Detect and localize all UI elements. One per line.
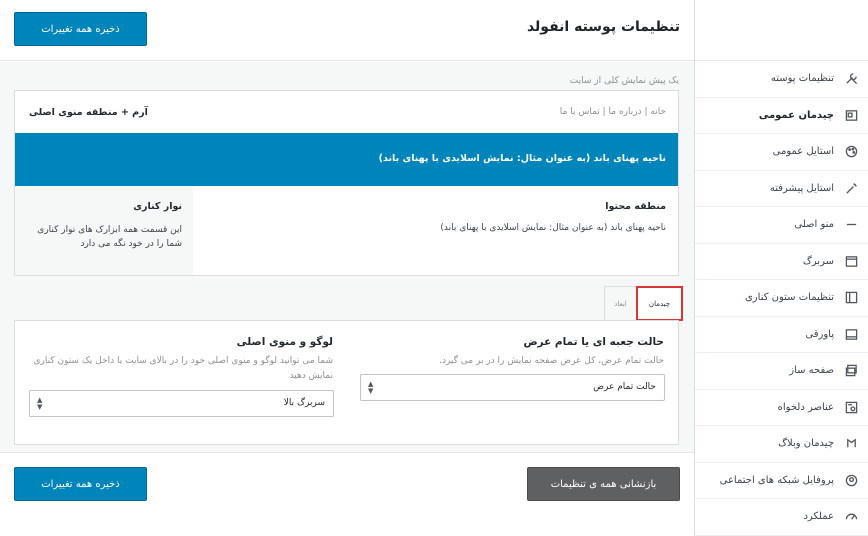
sidebar-item-label: عملکرد	[803, 511, 834, 523]
sidebar-item-label: استایل عمومی	[772, 146, 834, 158]
sidebar-item-label: منو اصلی	[794, 219, 834, 231]
preview-sidebar-area: نوار کناری این قسمت همه ابزارک های نوار …	[15, 186, 194, 275]
preview-content-area: منطقه محتوا ناحیه پهنای باند (به عنوان م…	[193, 186, 678, 275]
sidebar-header	[695, 0, 868, 61]
sidebar-item[interactable]: سربرگ	[695, 244, 868, 280]
page-footer: ذخیره همه تغییرات بازنشانی همه ی تنظیمات	[0, 452, 694, 536]
custom-elements-icon	[844, 400, 858, 414]
logo-menu-select[interactable]: سربرگ بالا ▲ ▼	[29, 390, 334, 417]
main-content: یک پیش نمایش کلی از سایت آرم + منطقه منو…	[0, 62, 694, 452]
sidebar-item[interactable]: چیدمان وبلاگ	[695, 426, 868, 463]
select-arrows-icon: ▲ ▼	[368, 380, 374, 395]
layout-icon	[844, 108, 858, 122]
width-mode-select[interactable]: حالت تمام عرض ▲ ▼	[360, 374, 665, 401]
reset-all-button[interactable]: بازنشانی همه ی تنظیمات	[527, 467, 680, 501]
preview-caption: یک پیش نمایش کلی از سایت	[569, 76, 679, 86]
sidebar-item-label: چیدمان وبلاگ	[778, 438, 834, 450]
sidebar-item[interactable]: تنظیمات پوسته	[695, 61, 868, 98]
magic-wand-icon	[844, 181, 858, 195]
width-mode-desc: حالت تمام عرض، کل عرض صفحه نمایش را در ب…	[439, 356, 664, 366]
blog-layout-icon	[844, 437, 858, 451]
logo-menu-area-label: آرم + منطقه منوی اصلی	[29, 107, 148, 118]
fullwidth-band-area: ناحیه پهنای باند (به عنوان مثال: نمایش ا…	[15, 133, 678, 186]
preview-sidebar-title: نوار کناری	[133, 201, 182, 212]
save-all-button-bottom[interactable]: ذخیره همه تغییرات	[14, 467, 147, 501]
social-icon	[844, 473, 858, 487]
sidebar-icon	[844, 291, 858, 305]
logo-menu-value: سربرگ بالا	[283, 398, 325, 408]
select-arrows-icon: ▲ ▼	[37, 396, 43, 411]
logo-menu-title: لوگو و منوی اصلی	[236, 336, 333, 348]
page-builder-icon	[844, 364, 858, 378]
sidebar-item[interactable]: عناصر دلخواه	[695, 390, 868, 426]
sidebar-item-label: تنظیمات پوسته	[770, 73, 834, 85]
palette-icon	[844, 145, 858, 159]
sidebar-item[interactable]: منو اصلی	[695, 207, 868, 244]
save-all-button-top[interactable]: ذخیره همه تغییرات	[14, 12, 147, 46]
page-title: تنظیمات پوسته انفولد	[526, 19, 680, 35]
tab-dimensions[interactable]: ابعاد	[604, 286, 636, 321]
performance-icon	[844, 510, 858, 524]
menu-icon	[844, 218, 858, 232]
footer-icon	[844, 327, 858, 341]
tools-icon	[844, 72, 858, 86]
content-area-text: ناحیه پهنای باند (به عنوان مثال: نمایش ا…	[440, 223, 666, 233]
sidebar-item-label: پروفایل شبکه های اجتماعی	[719, 474, 834, 486]
sidebar-item-label: عناصر دلخواه	[777, 401, 834, 413]
sidebar-item-label: سربرگ	[802, 255, 834, 267]
preview-top-nav: خانه | درباره ما | تماس با ما	[559, 107, 666, 117]
layout-settings-panel: حالت جعبه ای یا تمام عرض حالت تمام عرض، …	[14, 320, 679, 445]
content-area-title: منطقه محتوا	[605, 201, 666, 212]
tab-layout[interactable]: چیدمان	[636, 286, 683, 321]
sidebar-item-label: تنظیمات ستون کناری	[744, 292, 834, 304]
sidebar-item[interactable]: استایل پیشرفته	[695, 171, 868, 207]
page-header: ذخیره همه تغییرات تنظیمات پوسته انفولد	[0, 0, 694, 61]
sidebar-item[interactable]: پروفایل شبکه های اجتماعی	[695, 463, 868, 499]
sidebar-item[interactable]: استایل عمومی	[695, 134, 868, 171]
logo-menu-desc: شما می توانید لوگو و منوی اصلی خود را در…	[33, 356, 333, 381]
settings-sidebar: تنظیمات پوسته چیدمان عمومی استایل عمومی است…	[694, 0, 868, 536]
site-preview: آرم + منطقه منوی اصلی خانه | درباره ما |…	[14, 90, 679, 276]
preview-sidebar-text: این قسمت همه ابزارک های نوار کناری شما ر…	[37, 225, 182, 249]
sidebar-item[interactable]: چیدمان عمومی	[695, 98, 868, 134]
header-icon	[844, 254, 858, 268]
sidebar-item[interactable]: پاورقی	[695, 317, 868, 353]
sidebar-item[interactable]: تنظیمات ستون کناری	[695, 280, 868, 317]
sidebar-item-label: صفحه ساز	[789, 365, 834, 377]
sidebar-item[interactable]: صفحه ساز	[695, 353, 868, 390]
sidebar-item-label: پاورقی	[805, 328, 834, 340]
band-area-text: ناحیه پهنای باند (به عنوان مثال: نمایش ا…	[378, 153, 666, 164]
width-mode-title: حالت جعبه ای یا تمام عرض	[523, 336, 664, 348]
width-mode-value: حالت تمام عرض	[593, 382, 656, 392]
sidebar-item-label: چیدمان عمومی	[758, 109, 834, 121]
sidebar-item[interactable]: عملکرد	[695, 499, 868, 536]
sidebar-item-label: استایل پیشرفته	[769, 182, 834, 194]
preview-top-bar: آرم + منطقه منوی اصلی خانه | درباره ما |…	[15, 91, 678, 133]
